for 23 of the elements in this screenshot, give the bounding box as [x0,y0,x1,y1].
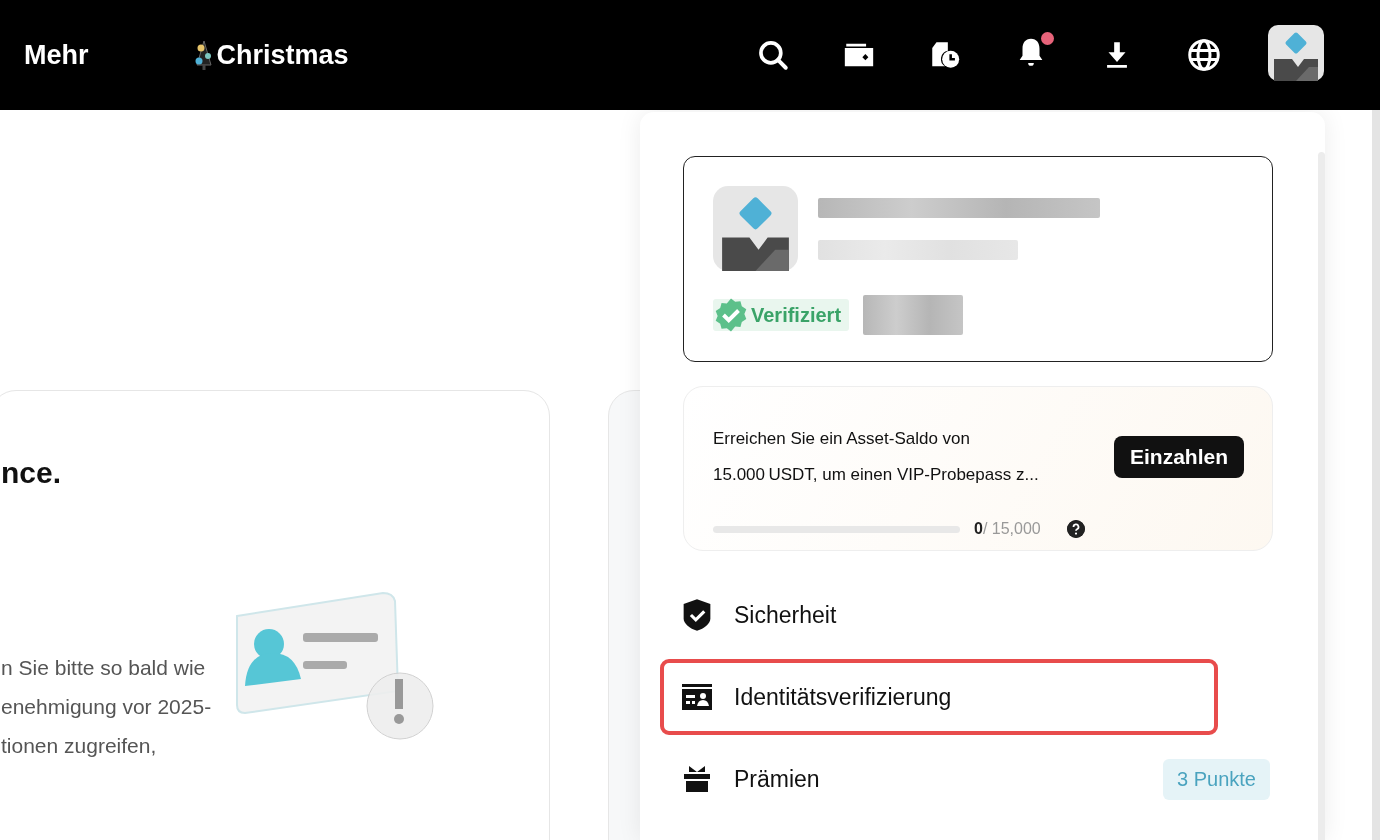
id-card-icon [682,684,712,710]
menu-item[interactable]: Prämien [660,741,1164,817]
deposit-button[interactable]: Einzahlen [1113,435,1244,478]
nav-link[interactable]: Mehr [24,39,89,71]
menu-item[interactable]: Sicherheit [660,577,1218,653]
avatar-button[interactable] [1268,25,1324,81]
scrollbar[interactable] [1372,110,1380,840]
search-icon[interactable] [756,38,790,72]
card-text: n Sie bitte so bald wie enehmigung vor 2025- tionen zugreifen, [1,655,212,759]
menu-item[interactable]: Identitätsverifizierung [660,659,1218,735]
points-badge: 3 Punkte [1163,758,1270,800]
globe-icon[interactable] [1186,37,1222,73]
promo-text: Erreichen Sie ein Asset-Saldo von 15.000 USDT, um einen VIP-Probepass z... [713,427,1040,486]
nav-link[interactable]: Christmas [192,39,349,71]
avatar-icon [713,186,798,271]
progress-current: 0 [974,520,983,538]
help-icon[interactable] [1066,520,1085,539]
shield-check-icon [682,598,712,632]
progress-target: / 15,000 [982,520,1041,538]
verified-check-icon [713,297,749,333]
card-title: nce. [1,455,63,491]
gift-icon [682,765,712,793]
verified-badge: Verifiziert [713,299,850,331]
